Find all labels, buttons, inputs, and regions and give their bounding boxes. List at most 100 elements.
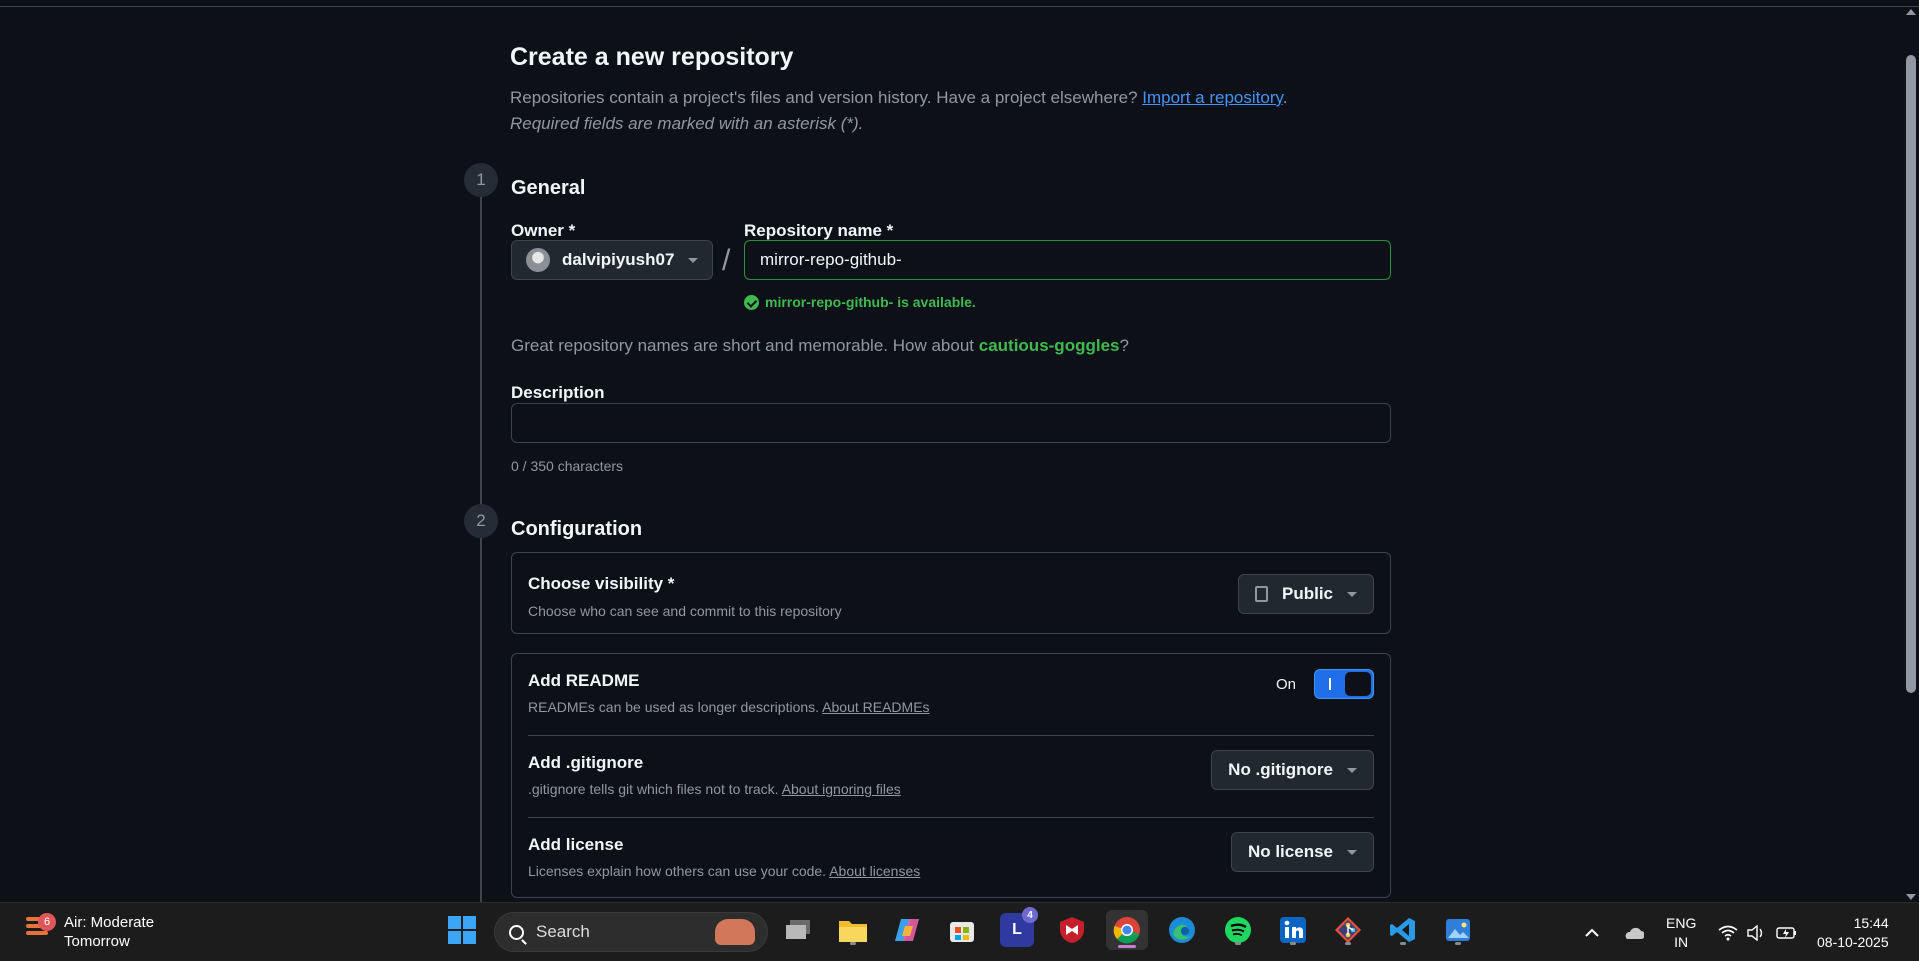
microsoft-store-icon[interactable] [945, 913, 979, 947]
subtitle-text: Repositories contain a project's files a… [510, 88, 1138, 107]
step-number-general: 1 [464, 163, 498, 197]
owner-repo-separator: / [722, 244, 731, 277]
repo-icon [1254, 586, 1268, 602]
air-quality-icon: 6 [26, 913, 56, 943]
availability-message: mirror-repo-github- is available. [744, 294, 976, 310]
toggle-knob [1345, 672, 1371, 696]
toggle-on-mark [1329, 678, 1331, 690]
readme-toggle-label: On [1275, 676, 1296, 693]
chevron-down-icon [1347, 591, 1357, 597]
license-dropdown[interactable]: No license [1230, 832, 1374, 872]
wifi-icon[interactable] [1718, 903, 1738, 961]
l-app-letter: L [1012, 921, 1022, 938]
weather-widget[interactable]: 6 Air: Moderate Tomorrow [26, 913, 154, 951]
owner-label: Owner * [511, 221, 576, 240]
file-explorer-icon[interactable] [836, 913, 870, 947]
section-title-general: General [511, 177, 586, 199]
chevron-down-icon [688, 257, 699, 263]
owner-dropdown[interactable]: dalvipiyush07 [511, 240, 713, 280]
name-suggestion: Great repository names are short and mem… [511, 336, 1129, 356]
onedrive-icon[interactable] [1622, 903, 1644, 961]
visibility-dropdown[interactable]: Public [1237, 574, 1374, 614]
show-hidden-icons-chevron-icon[interactable] [1584, 903, 1600, 961]
weather-line-2: Tomorrow [64, 933, 130, 950]
about-readmes-link[interactable]: About READMEs [822, 699, 929, 715]
readme-toggle[interactable] [1314, 669, 1374, 699]
repo-options-card: Add README READMEs can be used as longer… [511, 653, 1391, 898]
description-input[interactable] [511, 403, 1391, 443]
license-description-text: Licenses explain how others can use your… [528, 863, 827, 879]
visibility-description: Choose who can see and commit to this re… [528, 603, 842, 619]
license-description: Licenses explain how others can use your… [528, 863, 920, 879]
search-highlight-icon [715, 919, 755, 945]
page-viewport: Create a new repository Repositories con… [0, 7, 1903, 902]
scrollbar-thumb[interactable] [1906, 55, 1916, 693]
weather-badge: 6 [38, 913, 56, 931]
description-char-count: 0 / 350 characters [511, 458, 624, 474]
gitignore-dropdown[interactable]: No .gitignore [1211, 750, 1374, 790]
clock-time: 15:44 [1853, 914, 1889, 931]
photos-icon[interactable] [1441, 913, 1475, 947]
clock-date: 08-10-2025 [1817, 933, 1889, 950]
repository-name-label: Repository name * [744, 221, 894, 240]
license-value: No license [1247, 842, 1333, 861]
avatar [526, 248, 550, 272]
clock[interactable]: 15:44 08-10-2025 [1817, 903, 1889, 961]
vscode-icon[interactable] [1386, 913, 1420, 947]
spotify-icon[interactable] [1221, 913, 1255, 947]
windows-start-icon[interactable] [445, 913, 479, 947]
app-notification-badge: 4 [1022, 907, 1038, 923]
page-scrollbar[interactable] [1903, 7, 1919, 902]
scroll-down-arrow-icon[interactable] [1906, 894, 1916, 900]
mcafee-icon[interactable] [1055, 913, 1089, 947]
import-repository-link[interactable]: Import a repository [1142, 88, 1282, 107]
taskbar-search[interactable]: Search [494, 912, 768, 952]
readme-title: Add README [528, 671, 640, 690]
readme-description: READMEs can be used as longer descriptio… [528, 699, 930, 715]
gitignore-description: .gitignore tells git which files not to … [528, 781, 901, 797]
page-title: Create a new repository [510, 43, 794, 71]
gitignore-title: Add .gitignore [528, 753, 644, 772]
readme-description-text: READMEs can be used as longer descriptio… [528, 699, 820, 715]
repository-name-input[interactable] [744, 240, 1391, 280]
battery-icon[interactable] [1776, 903, 1798, 961]
weather-line-1: Air: Moderate [64, 914, 155, 931]
chrome-icon[interactable] [1106, 910, 1148, 950]
scroll-up-arrow-icon[interactable] [1906, 9, 1916, 15]
step-number-configuration: 2 [464, 504, 498, 538]
visibility-title: Choose visibility * [528, 574, 675, 593]
about-licenses-link[interactable]: About licenses [829, 863, 920, 879]
visibility-value: Public [1281, 584, 1333, 603]
weather-text: Air: Moderate Tomorrow [64, 913, 154, 951]
options-divider [528, 817, 1374, 818]
options-divider [528, 735, 1374, 736]
required-fields-note: Required fields are marked with an aster… [510, 114, 864, 133]
description-label: Description [511, 383, 605, 402]
about-ignoring-files-link[interactable]: About ignoring files [782, 781, 901, 797]
copilot-icon[interactable] [890, 913, 924, 947]
taskbar: 6 Air: Moderate Tomorrow Search L 4 ENG … [0, 902, 1919, 961]
chevron-down-icon [1347, 767, 1357, 773]
l-app-icon[interactable]: L 4 [1000, 907, 1038, 947]
section-title-configuration: Configuration [511, 518, 643, 540]
linkedin-icon[interactable] [1276, 913, 1310, 947]
subtitle-end: . [1282, 88, 1288, 107]
browser-top-edge [0, 0, 1919, 7]
task-view-icon[interactable] [781, 913, 815, 947]
suggested-name-button[interactable]: cautious-goggles [979, 336, 1120, 355]
language-line-2: IN [1674, 933, 1689, 950]
search-label: Search [536, 922, 590, 941]
availability-text: mirror-repo-github- is available. [765, 294, 976, 310]
visibility-card: Choose visibility * Choose who can see a… [511, 552, 1391, 634]
volume-icon[interactable] [1746, 903, 1766, 961]
language-indicator[interactable]: ENG IN [1666, 903, 1696, 961]
license-title: Add license [528, 835, 624, 854]
edge-icon[interactable] [1165, 913, 1199, 947]
check-circle-icon [744, 294, 759, 310]
gitignore-description-text: .gitignore tells git which files not to … [528, 781, 779, 797]
page-subtitle: Repositories contain a project's files a… [510, 88, 1287, 108]
language-line-1: ENG [1666, 914, 1697, 931]
chevron-down-icon [1347, 849, 1357, 855]
suggestion-suffix: ? [1119, 336, 1129, 355]
git-icon[interactable] [1331, 913, 1365, 947]
